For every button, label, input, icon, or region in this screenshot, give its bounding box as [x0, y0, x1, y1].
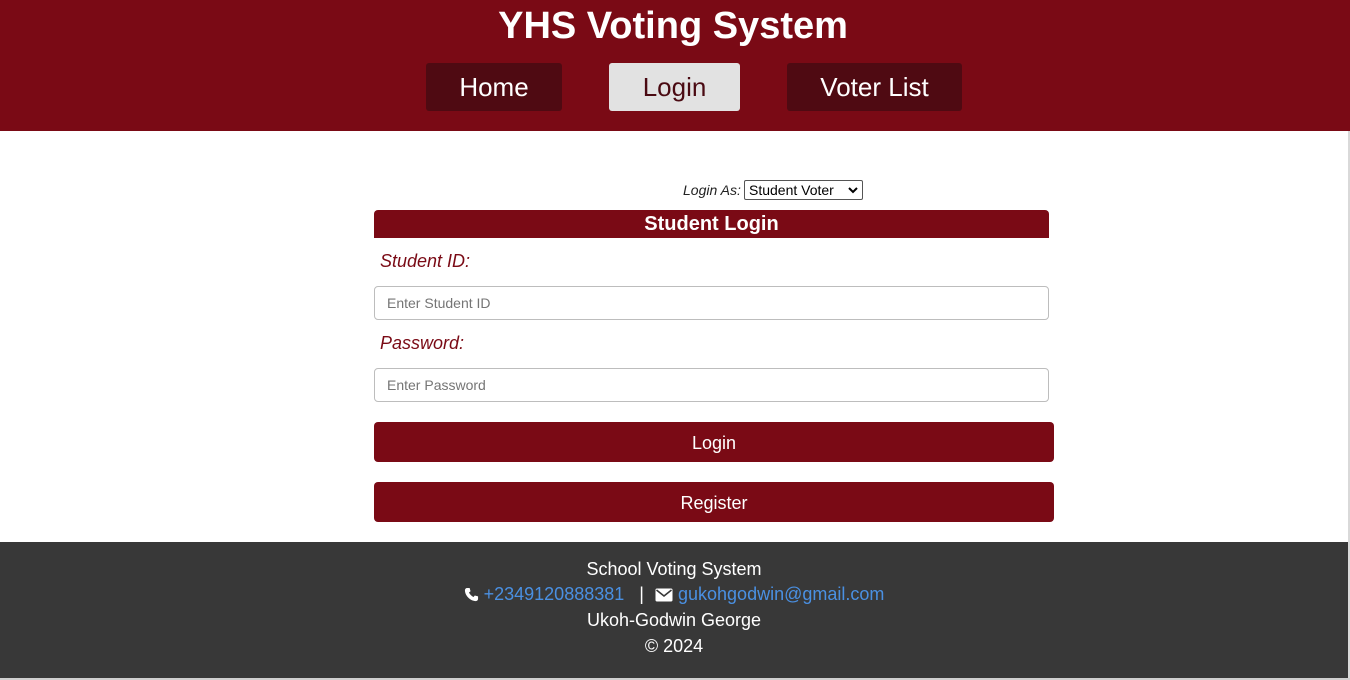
- footer-email-link[interactable]: gukohgodwin@gmail.com: [678, 584, 884, 604]
- site-footer: School Voting System +2349120888381 | gu…: [0, 542, 1348, 678]
- footer-phone-link[interactable]: +2349120888381: [484, 584, 625, 604]
- footer-separator: |: [639, 584, 644, 604]
- footer-copyright: © 2024: [644, 636, 704, 656]
- nav-voter-list-button[interactable]: Voter List: [787, 63, 962, 111]
- password-label: Password:: [380, 333, 465, 353]
- register-button[interactable]: Register: [374, 482, 1054, 522]
- phone-icon: [464, 584, 484, 604]
- footer-contact: +2349120888381 | gukohgodwin@gmail.com: [0, 583, 1348, 605]
- login-as-select[interactable]: Student Voter: [744, 180, 863, 200]
- login-as-selected-value: Student Voter: [749, 182, 834, 198]
- login-button[interactable]: Login: [374, 422, 1054, 462]
- student-id-label: Student ID:: [380, 251, 471, 271]
- chevron-down-icon: [848, 181, 858, 205]
- nav-home-button[interactable]: Home: [426, 63, 562, 111]
- site-title: YHS Voting System: [498, 5, 848, 47]
- footer-site-name: School Voting System: [586, 559, 762, 579]
- site-header: YHS Voting System Home Login Voter List: [0, 0, 1350, 131]
- login-as-label: Login As:: [683, 182, 741, 198]
- password-input[interactable]: Enter Password: [374, 368, 1049, 402]
- form-title: Student Login: [374, 210, 1049, 238]
- student-id-input[interactable]: Enter Student ID: [374, 286, 1049, 320]
- envelope-icon: [655, 584, 678, 604]
- nav-login-button[interactable]: Login: [609, 63, 740, 111]
- footer-author: Ukoh-Godwin George: [586, 610, 762, 630]
